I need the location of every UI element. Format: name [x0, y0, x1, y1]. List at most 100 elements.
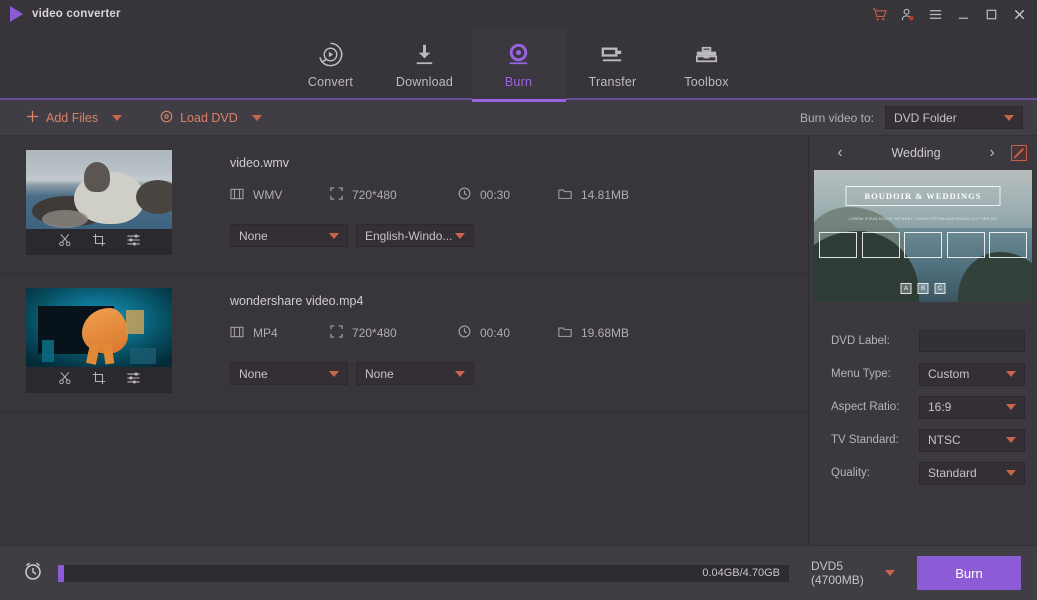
spec-size: 19.68MB — [558, 326, 629, 341]
burn-target-select[interactable]: DVD Folder — [885, 106, 1023, 129]
setting-dvd-label: DVD Label: — [831, 324, 1025, 357]
crop-icon[interactable] — [92, 371, 106, 390]
subtitle-select[interactable]: None — [230, 224, 348, 247]
quality-select[interactable]: Standard — [919, 461, 1025, 485]
main-body: video.wmv WMV 720*480 00:30 14.81MB None… — [0, 136, 1037, 545]
clock-icon — [458, 325, 471, 341]
duration-value: 00:40 — [480, 326, 511, 340]
spec-resolution: 720*480 — [330, 187, 458, 203]
chapter-frame[interactable] — [989, 232, 1027, 258]
size-value: 14.81MB — [581, 188, 630, 202]
load-dvd-button[interactable]: Load DVD — [160, 110, 238, 126]
tab-toolbox[interactable]: Toolbox — [660, 28, 754, 100]
load-dvd-dropdown-caret[interactable] — [251, 114, 262, 121]
action-toolbar: Add Files Load DVD Burn video to: DVD Fo… — [0, 100, 1037, 136]
menu-type-select[interactable]: Custom — [919, 362, 1025, 386]
close-icon[interactable] — [1012, 7, 1027, 22]
folder-icon — [558, 326, 572, 341]
chapter-frame[interactable] — [904, 232, 942, 258]
disc-type-value: DVD5 (4700MB) — [811, 559, 864, 587]
setting-aspect-ratio: Aspect Ratio: 16:9 — [831, 390, 1025, 423]
setting-label: DVD Label: — [831, 334, 890, 347]
chapter-frame[interactable] — [861, 232, 900, 258]
progress-label: 0.04GB/4.70GB — [702, 567, 780, 579]
resolution-icon — [330, 187, 343, 203]
thumbnail-tools — [26, 229, 172, 255]
minimize-icon[interactable] — [956, 7, 971, 22]
tab-convert[interactable]: Convert — [284, 28, 378, 100]
resolution-value: 720*480 — [352, 326, 397, 340]
spec-resolution: 720*480 — [330, 325, 458, 341]
file-name: video.wmv — [230, 156, 290, 170]
tab-burn[interactable]: Burn — [471, 28, 566, 102]
tab-transfer[interactable]: Transfer — [566, 28, 660, 100]
trim-scissors-icon[interactable] — [58, 233, 72, 252]
add-files-dropdown-caret[interactable] — [112, 114, 123, 121]
template-preview[interactable]: BOUDOIR & WEDDINGS LOREM IPSUM DOLOR SIT… — [814, 170, 1032, 302]
tv-standard-select[interactable]: NTSC — [919, 428, 1025, 452]
toolbox-icon — [692, 38, 721, 70]
spec-duration: 00:40 — [458, 325, 558, 341]
subtitle-select[interactable]: None — [230, 362, 348, 385]
format-value: MP4 — [253, 326, 278, 340]
alarm-clock-icon[interactable] — [22, 560, 44, 587]
chevron-left-icon[interactable]: ‹ — [831, 145, 849, 161]
chapter-frame[interactable] — [946, 232, 985, 258]
aspect-ratio-select[interactable]: 16:9 — [919, 395, 1025, 419]
preview-menu-button[interactable]: A — [900, 283, 912, 294]
file-options: None None — [230, 362, 808, 385]
burn-button[interactable]: Burn — [917, 556, 1021, 590]
audio-value: None — [365, 366, 394, 381]
disc-type-select[interactable]: DVD5 (4700MB) — [803, 559, 903, 587]
size-value: 19.68MB — [581, 326, 630, 340]
table-row[interactable]: video.wmv WMV 720*480 00:30 14.81MB None… — [0, 136, 808, 274]
subtitle-value: None — [239, 228, 268, 243]
disc-usage-progressbar[interactable]: 0.04GB/4.70GB — [58, 564, 789, 582]
audio-value: English-Windo... — [365, 228, 453, 243]
shopping-cart-icon[interactable] — [872, 7, 887, 22]
app-window: video converter Convert Download Burn Tr… — [0, 0, 1037, 600]
template-selector: ‹ Wedding › — [809, 136, 1037, 170]
file-specs: MP4 720*480 00:40 19.68MB — [230, 325, 808, 341]
setting-label: TV Standard: — [831, 433, 899, 446]
duration-value: 00:30 — [480, 188, 511, 202]
add-files-button[interactable]: Add Files — [26, 110, 98, 126]
app-title: video converter — [32, 8, 121, 20]
tab-label: Convert — [307, 75, 354, 89]
burn-target-value: DVD Folder — [894, 110, 957, 125]
effects-sliders-icon[interactable] — [126, 233, 141, 252]
trim-scissors-icon[interactable] — [58, 371, 72, 390]
format-value: WMV — [253, 188, 283, 202]
preview-menu-button[interactable]: B — [917, 283, 929, 294]
plus-icon — [26, 110, 39, 126]
window-controls — [872, 7, 1029, 22]
thumbnail-tools — [26, 367, 172, 393]
file-options: None English-Windo... — [230, 224, 808, 247]
table-row[interactable]: wondershare video.mp4 MP4 720*480 00:40 … — [0, 274, 808, 412]
resolution-icon — [330, 325, 343, 341]
crop-icon[interactable] — [92, 233, 106, 252]
chevron-right-icon[interactable]: › — [983, 145, 1001, 161]
tv-standard-value: NTSC — [928, 433, 961, 447]
preview-menu-button[interactable]: C — [934, 283, 946, 294]
file-thumbnail[interactable] — [26, 288, 172, 393]
setting-label: Aspect Ratio: — [831, 400, 900, 413]
file-thumbnail[interactable] — [26, 150, 172, 255]
burn-target-group: Burn video to: DVD Folder — [800, 106, 1023, 129]
burn-video-to-label: Burn video to: — [799, 110, 874, 125]
maximize-icon[interactable] — [984, 7, 999, 22]
hamburger-menu-icon[interactable] — [928, 7, 943, 22]
edit-pencil-icon[interactable] — [1011, 145, 1027, 161]
format-icon — [230, 188, 244, 203]
effects-sliders-icon[interactable] — [126, 371, 141, 390]
audio-track-select[interactable]: English-Windo... — [356, 224, 474, 247]
subtitle-value: None — [239, 366, 268, 381]
audio-track-select[interactable]: None — [356, 362, 474, 385]
app-logo: video converter — [10, 6, 121, 22]
dvd-label-input[interactable] — [919, 329, 1025, 352]
tab-download[interactable]: Download — [378, 28, 472, 100]
user-account-icon[interactable] — [900, 7, 915, 22]
file-list: video.wmv WMV 720*480 00:30 14.81MB None… — [0, 136, 808, 545]
chapter-frame[interactable] — [819, 232, 857, 258]
chevron-down-icon — [1006, 371, 1016, 377]
